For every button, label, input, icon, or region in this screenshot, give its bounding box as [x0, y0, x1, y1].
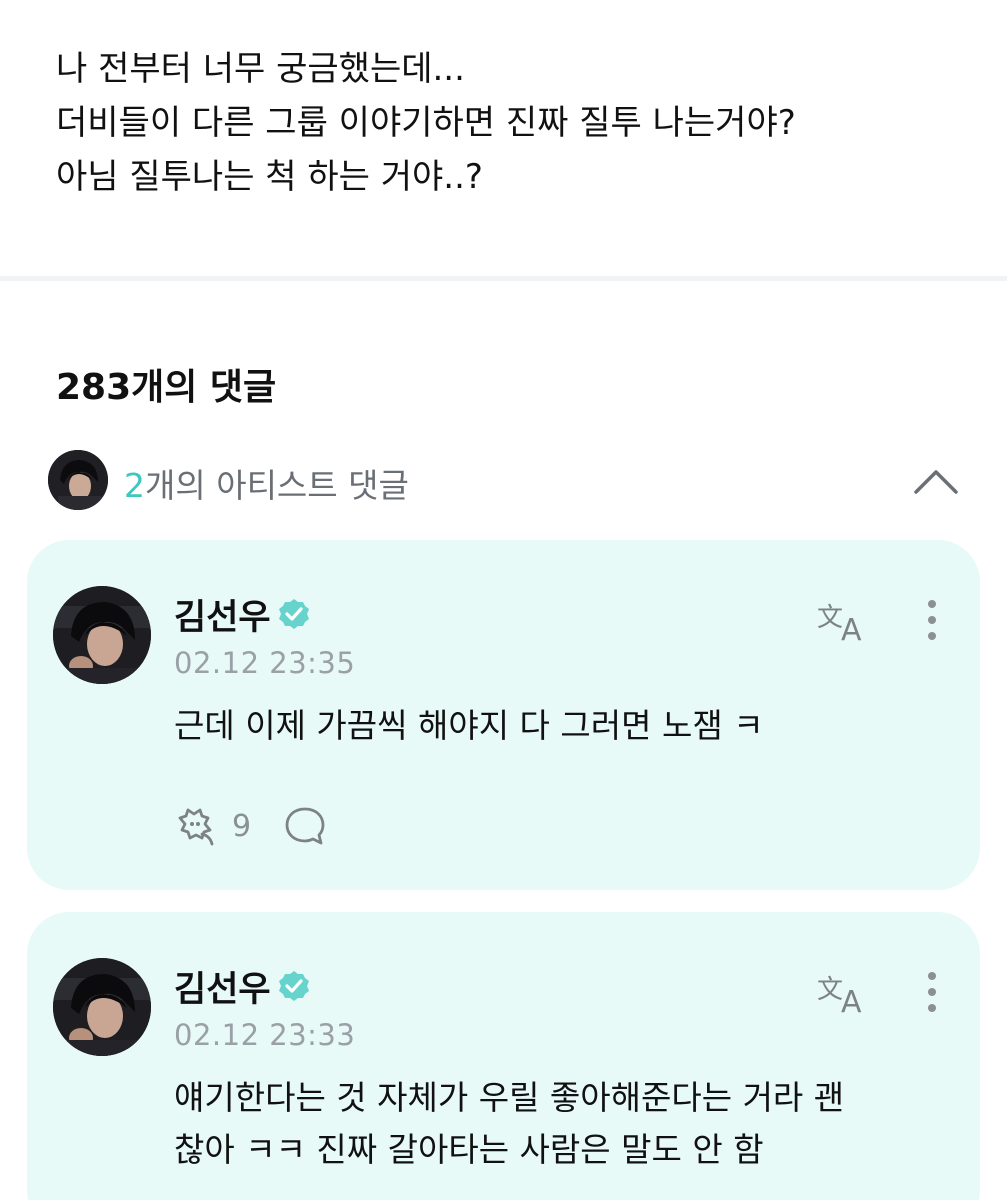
artist-comment-count: 2 [124, 466, 145, 505]
author-name[interactable]: 김선우 [174, 961, 271, 1012]
like-count: 9 [232, 808, 252, 844]
author-row: 김선우 [174, 964, 311, 1010]
svg-text:A: A [841, 985, 862, 1016]
comment-body: 얘기한다는 것 자체가 우릴 좋아해준다는 거라 괜 찮아 ㅋㅋ 진짜 갈아타는… [174, 1072, 964, 1176]
reply-icon[interactable] [283, 804, 327, 848]
comment-timestamp: 02.12 23:35 [174, 646, 356, 680]
comment-actions: 9 [172, 804, 327, 848]
artist-comment-card: 김선우 02.12 23:33 文 A 얘기한다는 것 자체가 우릴 좋아해준다… [27, 912, 980, 1200]
post-text-line: 나 전부터 너무 궁금했는데... [56, 49, 465, 89]
comment-timestamp: 02.12 23:33 [174, 1018, 356, 1052]
comment-text-line: 찮아 ㅋㅋ 진짜 갈아타는 사람은 말도 안 함 [174, 1130, 764, 1169]
post-text-line: 아님 질투나는 척 하는 거야..? [56, 157, 483, 197]
author-row: 김선우 [174, 592, 311, 638]
verified-badge-icon [278, 599, 309, 629]
avatar[interactable] [53, 586, 151, 684]
chevron-up-icon[interactable] [910, 460, 962, 500]
artist-comments-label: 2개의 아티스트 댓글 [124, 459, 409, 507]
avatar[interactable] [53, 958, 151, 1056]
comment-text-line: 근데 이제 가끔씩 해야지 다 그러면 노잼 ㅋ [174, 706, 764, 745]
author-name[interactable]: 김선우 [174, 589, 271, 640]
comment-count-heading: 283개의 댓글 [56, 367, 277, 408]
like-icon[interactable] [172, 804, 218, 848]
verified-badge-icon [278, 971, 309, 1001]
artist-comment-text: 개의 아티스트 댓글 [145, 466, 409, 505]
comment-text-line: 얘기한다는 것 자체가 우릴 좋아해준다는 거라 괜 [174, 1078, 845, 1117]
svg-text:A: A [841, 613, 862, 644]
artist-comments-toggle[interactable]: 2개의 아티스트 댓글 [48, 450, 968, 510]
translate-icon[interactable]: 文 A [815, 596, 873, 644]
more-options-icon[interactable] [920, 596, 944, 644]
svg-text:文: 文 [817, 603, 843, 633]
artist-comment-card: 김선우 02.12 23:35 文 A 근데 이제 가끔씩 해야지 다 그러면 … [27, 540, 980, 890]
comment-body: 근데 이제 가끔씩 해야지 다 그러면 노잼 ㅋ [174, 700, 964, 752]
svg-text:文: 文 [817, 975, 843, 1005]
more-options-icon[interactable] [920, 968, 944, 1016]
section-divider [0, 276, 1007, 281]
artist-avatar [48, 450, 108, 510]
post-body: 나 전부터 너무 궁금했는데... 더비들이 다른 그룹 이야기하면 진짜 질투… [56, 42, 976, 204]
translate-icon[interactable]: 文 A [815, 968, 873, 1016]
post-text-line: 더비들이 다른 그룹 이야기하면 진짜 질투 나는거야? [56, 103, 796, 143]
